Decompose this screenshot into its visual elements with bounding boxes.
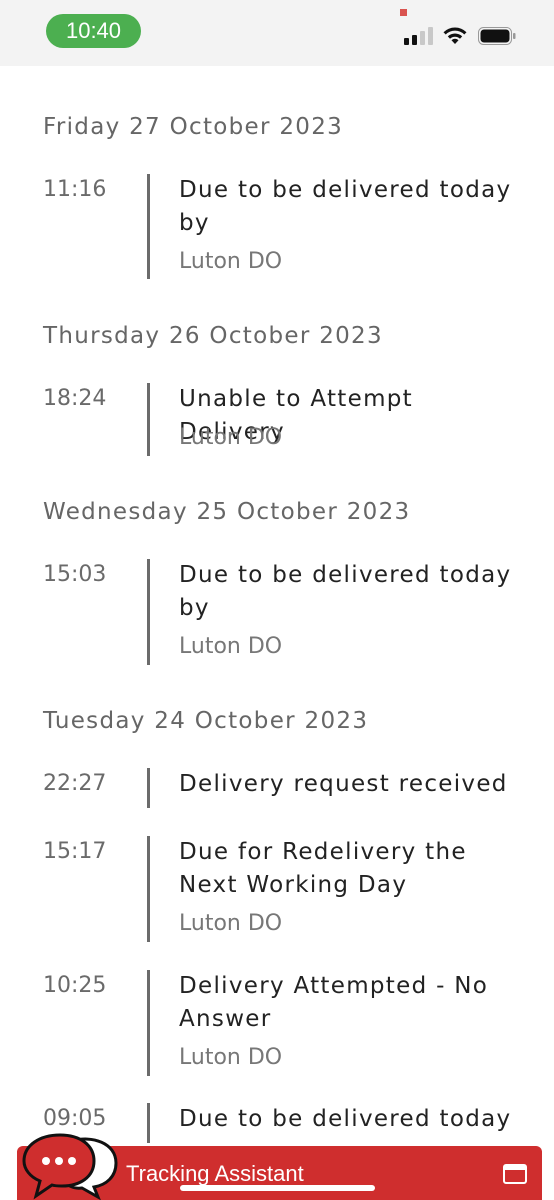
timeline-rule — [147, 768, 150, 808]
day-heading: Tuesday 24 October 2023 — [43, 708, 369, 734]
battery-icon — [478, 27, 516, 45]
recording-indicator — [400, 9, 407, 16]
cellular-signal-icon — [404, 27, 434, 45]
event-title: Delivery Attempted - No Answer — [179, 973, 489, 1032]
event-location: Luton DO — [179, 1045, 283, 1070]
event-title: Due to be delivered today by — [179, 562, 512, 621]
event-time: 11:16 — [43, 177, 107, 202]
event-location: Luton DO — [179, 911, 283, 936]
event-title: Due to be delivered today by — [179, 177, 512, 236]
timeline-rule — [147, 1103, 150, 1143]
event-title: Due to be delivered today — [179, 1106, 512, 1132]
day-heading: Wednesday 25 October 2023 — [43, 499, 411, 525]
event-location: Luton DO — [179, 425, 283, 450]
event-time: 09:05 — [43, 1106, 107, 1131]
event-time: 18:24 — [43, 386, 107, 411]
timeline-rule — [147, 970, 150, 1076]
event-title: Due for Redelivery the Next Working Day — [179, 839, 467, 898]
event-time: 15:03 — [43, 562, 107, 587]
timeline-rule — [147, 836, 150, 942]
event-location: Luton DO — [179, 249, 283, 274]
event-time: 15:17 — [43, 839, 107, 864]
status-time: 10:40 — [46, 14, 141, 48]
event-time: 22:27 — [43, 771, 107, 796]
timeline-rule — [147, 559, 150, 665]
event-location: Luton DO — [179, 634, 283, 659]
wifi-icon — [443, 27, 467, 44]
home-indicator — [180, 1185, 375, 1191]
timeline-rule — [147, 383, 150, 456]
status-bar: 10:40 — [0, 0, 554, 66]
expand-window-icon[interactable] — [503, 1164, 527, 1184]
event-time: 10:25 — [43, 973, 107, 998]
event-title: Delivery request received — [179, 771, 508, 797]
day-heading: Thursday 26 October 2023 — [43, 323, 383, 349]
tracking-assistant-label: Tracking Assistant — [126, 1161, 304, 1186]
day-heading: Friday 27 October 2023 — [43, 114, 344, 140]
timeline-rule — [147, 174, 150, 279]
chat-assistant-icon[interactable] — [22, 1131, 118, 1200]
